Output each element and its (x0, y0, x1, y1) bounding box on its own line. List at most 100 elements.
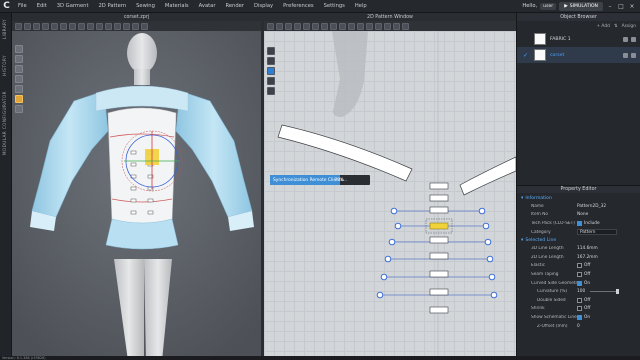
line-length-3d-value: 114.6mm (577, 246, 598, 252)
maximize-icon[interactable]: □ (617, 3, 625, 10)
menu-help[interactable]: Help (350, 3, 372, 9)
techpack-checkbox[interactable] (577, 220, 582, 226)
line-length-2d-label: 2D Line Length (531, 254, 564, 260)
edit-texture-icon[interactable] (384, 22, 391, 30)
elastic-checkbox[interactable] (577, 263, 582, 269)
minimize-icon[interactable]: – (606, 3, 614, 10)
trace-icon[interactable] (348, 22, 355, 30)
tack-icon[interactable] (51, 22, 58, 30)
curved-side-checkbox[interactable] (577, 280, 582, 286)
pin-icon[interactable] (33, 22, 40, 30)
zoom-icon[interactable] (15, 55, 23, 63)
pattern-waistband-left[interactable] (277, 124, 413, 182)
garment-visibility-icon[interactable] (15, 85, 23, 93)
transform-icon[interactable] (24, 22, 31, 30)
zoffset-field[interactable]: 0 (577, 324, 640, 329)
pattern-waistband-right[interactable] (459, 156, 516, 196)
assign-button[interactable]: Assign (622, 24, 636, 29)
edit-pattern-icon[interactable] (276, 22, 283, 30)
piping-icon[interactable] (114, 22, 121, 30)
curvature-slider[interactable] (590, 288, 620, 294)
avatar-icon[interactable] (69, 22, 76, 30)
user-name[interactable]: user (540, 2, 557, 10)
menu-avatar[interactable]: Avatar (194, 3, 221, 9)
measure-icon[interactable] (60, 22, 67, 30)
delete-icon[interactable] (631, 52, 636, 58)
fabric-swatch (534, 33, 546, 45)
menu-preferences[interactable]: Preferences (278, 3, 319, 9)
transform-pattern-icon[interactable] (267, 22, 274, 30)
checkmark-icon: ✓ (523, 51, 529, 59)
show-avatar-silhouette-icon[interactable] (267, 87, 275, 95)
copy-icon[interactable] (623, 36, 628, 42)
arrangement-icon[interactable] (141, 22, 148, 30)
elastic-label: Elastic (531, 263, 546, 269)
strap-icon[interactable] (78, 22, 85, 30)
segment-sewing-icon[interactable] (357, 22, 364, 30)
pan-2d-icon[interactable] (267, 57, 275, 65)
lighting-icon[interactable] (15, 105, 23, 113)
texture-icon[interactable] (123, 22, 130, 30)
name-field[interactable]: Pattern2D_32 (577, 204, 640, 209)
polygon-icon[interactable] (303, 22, 310, 30)
fold-icon[interactable] (42, 22, 49, 30)
circle-icon[interactable] (321, 22, 328, 30)
add-fabric-button[interactable]: + Add (596, 24, 610, 29)
sort-icon[interactable]: ⇅ (614, 24, 618, 29)
double-sided-checkbox[interactable] (577, 297, 582, 303)
curvature-field[interactable]: 100 (577, 289, 585, 294)
check-sewing-icon[interactable] (375, 22, 382, 30)
simulation-button[interactable]: ▶ SIMULATION (559, 1, 603, 11)
seam-taping-checkbox[interactable] (577, 271, 582, 277)
menu-materials[interactable]: Materials (160, 3, 194, 9)
2d-pattern-canvas[interactable] (264, 31, 516, 356)
item-no-field[interactable]: None (577, 212, 640, 217)
edit-curvature-icon[interactable] (285, 22, 292, 30)
trim-icon[interactable] (87, 22, 94, 30)
menu-edit[interactable]: Edit (32, 3, 52, 9)
menu-file[interactable]: File (13, 3, 32, 9)
free-sewing-icon[interactable] (366, 22, 373, 30)
baseline-icon[interactable] (402, 22, 409, 30)
shrink-checkbox[interactable] (577, 306, 582, 312)
3d-viewport[interactable] (12, 31, 261, 356)
fabric-name: FABRIC 1 (550, 36, 571, 42)
button-tool-icon[interactable] (96, 22, 103, 30)
copy-icon[interactable] (623, 52, 628, 58)
section-selected-line[interactable]: ▾ Selected Line (517, 236, 640, 244)
texture-view-icon[interactable] (15, 95, 23, 103)
menu-3d-garment[interactable]: 3D Garment (52, 3, 94, 9)
gradation-icon[interactable] (393, 22, 400, 30)
section-information[interactable]: ▾ Information (517, 194, 640, 202)
tab-history[interactable]: HISTORY (2, 55, 7, 76)
select-mesh-icon[interactable] (15, 22, 22, 30)
dart-icon[interactable] (339, 22, 346, 30)
slider-knob[interactable] (616, 288, 620, 294)
tab-modular-configurator[interactable]: MODULAR CONFIGURATOR (2, 91, 7, 155)
zipper-icon[interactable] (105, 22, 112, 30)
display-mode-icon[interactable] (15, 65, 23, 73)
menu-display[interactable]: Display (249, 3, 278, 9)
close-icon[interactable]: × (628, 3, 636, 10)
zoom-2d-icon[interactable] (267, 47, 275, 55)
schematic-checkbox[interactable] (577, 314, 582, 320)
show-texture-icon[interactable] (267, 67, 275, 75)
tab-library[interactable]: LIBRARY (2, 19, 7, 39)
delete-icon[interactable] (631, 36, 636, 42)
internal-polygon-icon[interactable] (330, 22, 337, 30)
menu-2d-pattern[interactable]: 2D Pattern (94, 3, 132, 9)
avatar-visibility-icon[interactable] (15, 75, 23, 83)
menu-settings[interactable]: Settings (319, 3, 350, 9)
graphic-icon[interactable] (132, 22, 139, 30)
show-grid-icon[interactable] (267, 77, 275, 85)
camera-icon[interactable] (15, 45, 23, 53)
sync-progress-toast: Synchronization Remote Clients... 70% (270, 175, 370, 185)
line-length-2d-field[interactable]: 167.2mm (577, 255, 640, 260)
rectangle-icon[interactable] (312, 22, 319, 30)
menu-sewing[interactable]: Sewing (131, 3, 160, 9)
add-point-icon[interactable] (294, 22, 301, 30)
menu-render[interactable]: Render (220, 3, 248, 9)
fabric-item-1[interactable]: ✓ corset (517, 47, 640, 63)
fabric-item-0[interactable]: FABRIC 1 (517, 31, 640, 47)
category-dropdown[interactable]: Pattern (577, 229, 617, 236)
